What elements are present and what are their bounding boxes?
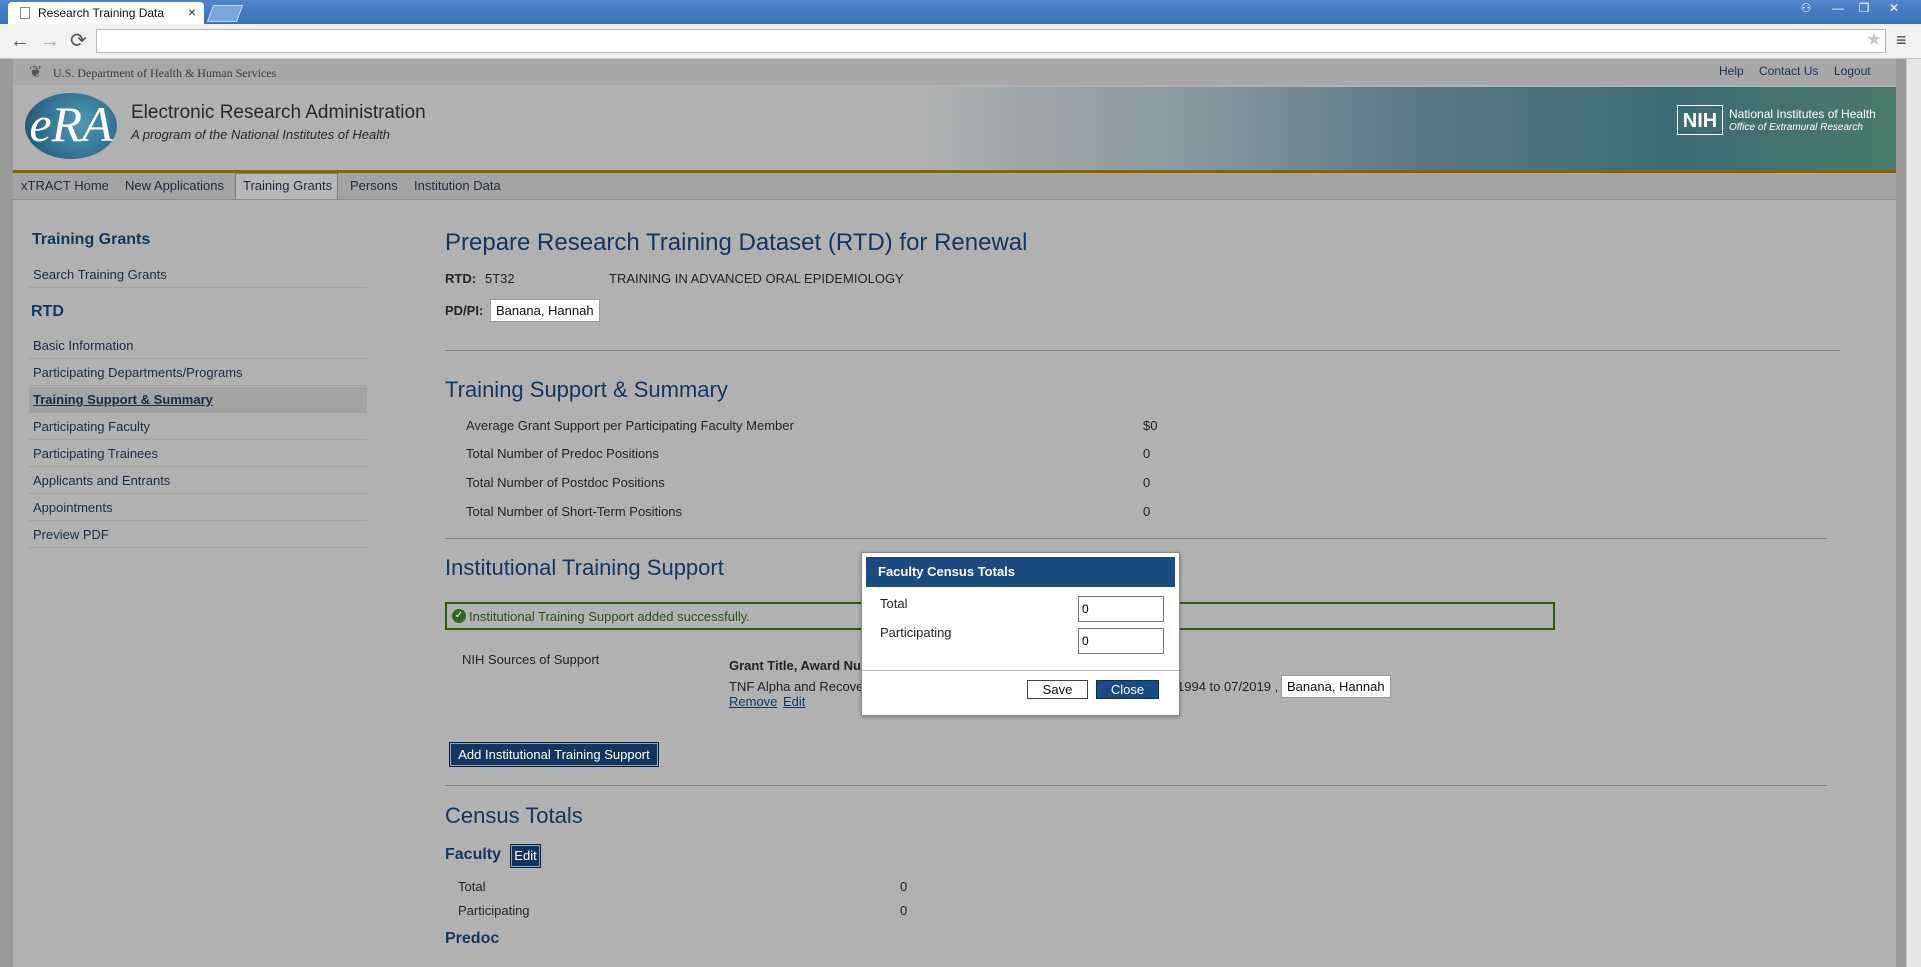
nih-name: National Institutes of Health: [1729, 107, 1876, 121]
support-row-label: Total Number of Postdoc Positions: [466, 475, 665, 490]
modal-participating-input[interactable]: [1078, 628, 1164, 654]
hhs-label: U.S. Department of Health & Human Servic…: [53, 66, 277, 80]
nav-persons[interactable]: Persons: [350, 178, 398, 193]
modal-total-input[interactable]: [1078, 596, 1164, 622]
predoc-heading: Predoc: [445, 930, 500, 947]
modal-total-label: Total: [880, 596, 908, 611]
page-viewport: ❦ U.S. Department of Health & Human Serv…: [0, 59, 1906, 967]
divider: [445, 538, 1827, 539]
modal-divider: [862, 670, 1179, 671]
logout-link[interactable]: Logout: [1834, 64, 1871, 78]
address-bar[interactable]: [96, 29, 1886, 53]
sidebar-rtd-heading: RTD: [31, 303, 64, 320]
check-icon: ✓: [452, 609, 466, 623]
era-banner: eRA Electronic Research Administration A…: [13, 87, 1896, 173]
forward-icon[interactable]: →: [40, 30, 60, 52]
support-row-value: $0: [1143, 418, 1158, 433]
hhs-eagle-icon: ❦: [29, 64, 43, 81]
institutional-support-heading: Institutional Training Support: [445, 555, 724, 580]
support-row-label: Total Number of Predoc Positions: [466, 446, 659, 461]
era-logo: eRA: [25, 93, 117, 159]
faculty-heading: Faculty: [445, 846, 502, 863]
nav-institution-data[interactable]: Institution Data: [414, 178, 501, 193]
page-icon: [20, 7, 30, 19]
success-text: Institutional Training Support added suc…: [469, 609, 750, 624]
sidebar-training-grants-heading: Training Grants: [32, 231, 151, 248]
tab-title: Research Training Data: [38, 6, 165, 20]
reload-icon[interactable]: ⟳: [70, 30, 87, 52]
browser-toolbar: ← → ⟳ ★ ≡: [0, 24, 1921, 59]
modal-title: Faculty Census Totals: [866, 557, 1175, 587]
close-button[interactable]: Close: [1096, 680, 1159, 699]
grant-entry-person: Banana, Hannah: [1281, 675, 1391, 698]
back-icon[interactable]: ←: [10, 30, 30, 52]
pdpi-label: PD/PI:: [445, 303, 484, 318]
contact-us-link[interactable]: Contact Us: [1759, 64, 1818, 78]
hhs-bar: ❦ U.S. Department of Health & Human Serv…: [13, 59, 1896, 85]
user-icon[interactable]: ⚇: [1794, 0, 1818, 18]
pdpi-value: Banana, Hannah: [490, 299, 600, 322]
sidebar-item-appointments[interactable]: Appointments: [29, 495, 367, 521]
faculty-edit-button[interactable]: Edit: [510, 844, 541, 868]
nih-office: Office of Extramural Research: [1729, 122, 1863, 133]
modal-participating-label: Participating: [880, 625, 952, 640]
faculty-participating-value: 0: [900, 903, 908, 918]
page-title: Prepare Research Training Dataset (RTD) …: [445, 229, 1028, 256]
support-row-label: Total Number of Short-Term Positions: [466, 504, 683, 519]
grant-entry-text: TNF Alpha and Recove: [729, 679, 864, 694]
faculty-census-modal: Faculty Census Totals Total Participatin…: [861, 552, 1180, 716]
save-button[interactable]: Save: [1027, 680, 1088, 699]
edit-link[interactable]: Edit: [783, 694, 805, 709]
era-title: Electronic Research Administration: [131, 102, 426, 123]
sidebar-item-training-support-summary[interactable]: Training Support & Summary: [29, 387, 367, 413]
window-close-icon[interactable]: ✕: [1882, 0, 1906, 18]
minimize-icon[interactable]: —: [1826, 0, 1850, 18]
grant-column-header: Grant Title, Award Nu: [729, 658, 861, 673]
support-row-value: 0: [1143, 504, 1151, 519]
new-tab-button[interactable]: [206, 5, 244, 22]
census-totals-heading: Census Totals: [445, 803, 583, 828]
grant-entry-dates: 1994 to 07/2019 ,: [1177, 679, 1279, 694]
faculty-total-value: 0: [900, 879, 908, 894]
support-row-value: 0: [1143, 475, 1151, 490]
add-institutional-support-button[interactable]: Add Institutional Training Support: [449, 742, 659, 767]
sidebar-item-participating-trainees[interactable]: Participating Trainees: [29, 441, 367, 467]
help-link[interactable]: Help: [1719, 64, 1744, 78]
faculty-participating-label: Participating: [458, 903, 530, 918]
divider: [445, 350, 1840, 351]
main-nav: xTRACT Home New Applications Training Gr…: [13, 173, 1896, 200]
tab-close-icon[interactable]: ×: [188, 4, 196, 20]
sidebar-item-preview-pdf[interactable]: Preview PDF: [29, 522, 367, 548]
support-row-value: 0: [1143, 446, 1151, 461]
sidebar-item-participating-faculty[interactable]: Participating Faculty: [29, 414, 367, 440]
nih-sources-label: NIH Sources of Support: [462, 652, 600, 667]
sidebar-item-search-training-grants[interactable]: Search Training Grants: [29, 262, 367, 288]
sidebar-item-basic-information[interactable]: Basic Information: [29, 333, 367, 359]
rtd-value: 5T32: [485, 271, 515, 286]
browser-titlebar: Research Training Data × ⚇ — ❐ ✕: [0, 0, 1921, 24]
nav-new-applications[interactable]: New Applications: [125, 178, 224, 193]
restore-icon[interactable]: ❐: [1852, 0, 1876, 18]
remove-link[interactable]: Remove: [729, 694, 777, 709]
rtd-label: RTD:: [445, 271, 477, 286]
support-row-label: Average Grant Support per Participating …: [466, 418, 794, 433]
nih-logo: NIH: [1677, 105, 1723, 135]
browser-tab[interactable]: Research Training Data ×: [8, 2, 204, 24]
training-support-heading: Training Support & Summary: [445, 377, 728, 402]
faculty-total-label: Total: [458, 879, 486, 894]
sidebar-item-participating-departments[interactable]: Participating Departments/Programs: [29, 360, 367, 386]
nav-training-grants[interactable]: Training Grants: [243, 178, 332, 193]
divider: [445, 785, 1827, 786]
browser-menu-icon[interactable]: ≡: [1896, 30, 1907, 51]
sidebar-item-applicants-entrants[interactable]: Applicants and Entrants: [29, 468, 367, 494]
page-scrollbar[interactable]: [1906, 59, 1921, 967]
bookmark-star-icon[interactable]: ★: [1866, 29, 1882, 50]
nav-xtract-home[interactable]: xTRACT Home: [21, 178, 109, 193]
rtd-grant-title: TRAINING IN ADVANCED ORAL EPIDEMIOLOGY: [609, 271, 904, 286]
page: ❦ U.S. Department of Health & Human Serv…: [13, 59, 1896, 967]
era-subtitle: A program of the National Institutes of …: [131, 127, 390, 142]
